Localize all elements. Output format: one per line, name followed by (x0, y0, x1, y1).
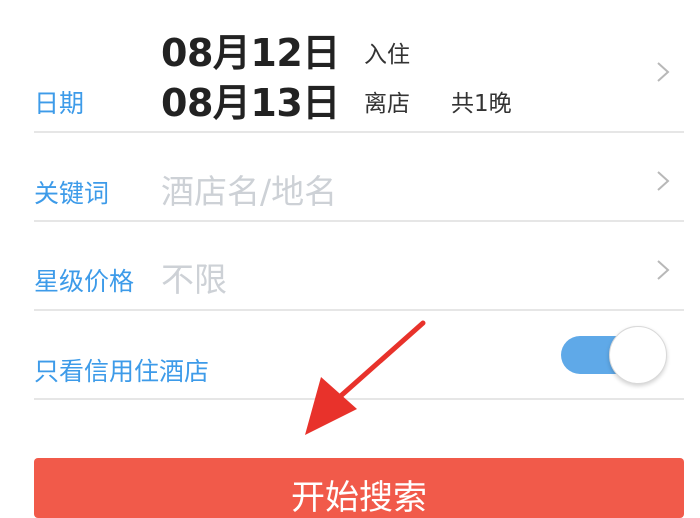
star-price-row[interactable]: 星级价格 不限 (0, 222, 700, 310)
star-price-value: 不限 (161, 260, 227, 299)
checkout-date: 08月13日 (161, 81, 340, 125)
checkin-date: 08月12日 (161, 31, 340, 75)
search-button-label: 开始搜索 (291, 478, 427, 518)
chevron-right-icon (657, 260, 670, 280)
keyword-input[interactable]: 酒店名/地名 (161, 165, 337, 213)
star-price-label: 星级价格 (34, 267, 135, 296)
checkout-tag: 离店 (364, 91, 410, 117)
toggle-knob (609, 326, 667, 384)
search-button[interactable]: 开始搜索 (34, 458, 684, 518)
checkin-tag: 入住 (364, 42, 410, 68)
chevron-right-icon (657, 171, 670, 191)
date-label: 日期 (34, 89, 85, 118)
annotation-arrow (305, 320, 426, 435)
keyword-row[interactable]: 关键词 酒店名/地名 (0, 133, 700, 221)
nights-count: 共1晚 (451, 91, 512, 117)
credit-hotel-label: 只看信用住酒店 (34, 357, 210, 386)
keyword-label: 关键词 (34, 179, 110, 208)
date-row[interactable]: 08月12日 入住 日期 08月13日 离店 共1晚 (0, 0, 700, 132)
chevron-right-icon (657, 62, 670, 82)
credit-hotel-toggle[interactable] (561, 326, 667, 384)
